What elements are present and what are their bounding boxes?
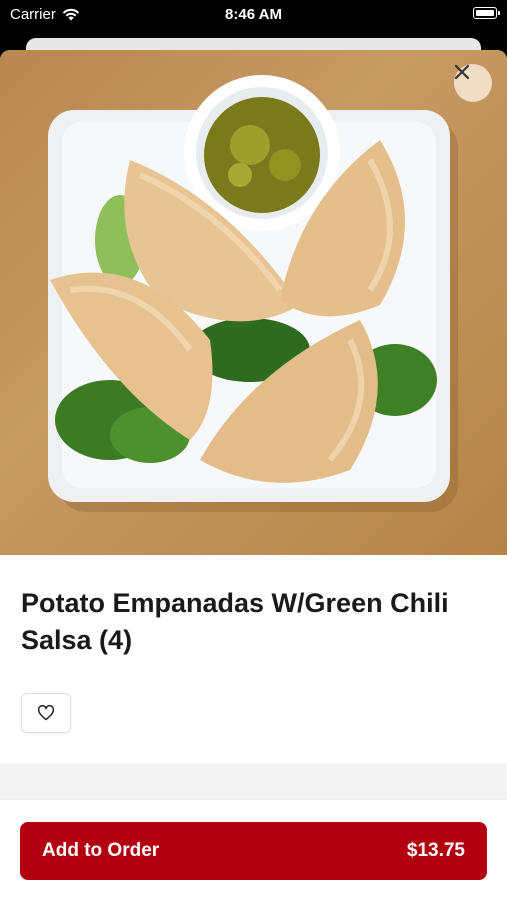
heart-icon	[37, 705, 55, 721]
item-title: Potato Empanadas W/Green Chili Salsa (4)	[21, 588, 449, 655]
item-price: $13.75	[406, 840, 465, 861]
order-footer: Add to Order $13.75	[0, 799, 507, 900]
close-button[interactable]	[454, 64, 492, 102]
add-to-order-label: Add to Order	[42, 840, 160, 861]
add-to-order-button[interactable]: Add to Order $13.75	[20, 822, 487, 880]
close-icon	[454, 64, 470, 80]
status-bar: Carrier 8:46 AM	[0, 0, 507, 30]
battery-icon	[473, 7, 500, 19]
status-time: 8:46 AM	[225, 6, 282, 23]
section-divider	[0, 763, 507, 799]
favorite-button[interactable]	[21, 693, 71, 733]
food-illustration	[48, 75, 458, 512]
item-detail-sheet: Potato Empanadas W/Green Chili Salsa (4)…	[0, 50, 507, 900]
item-photo	[0, 50, 507, 555]
